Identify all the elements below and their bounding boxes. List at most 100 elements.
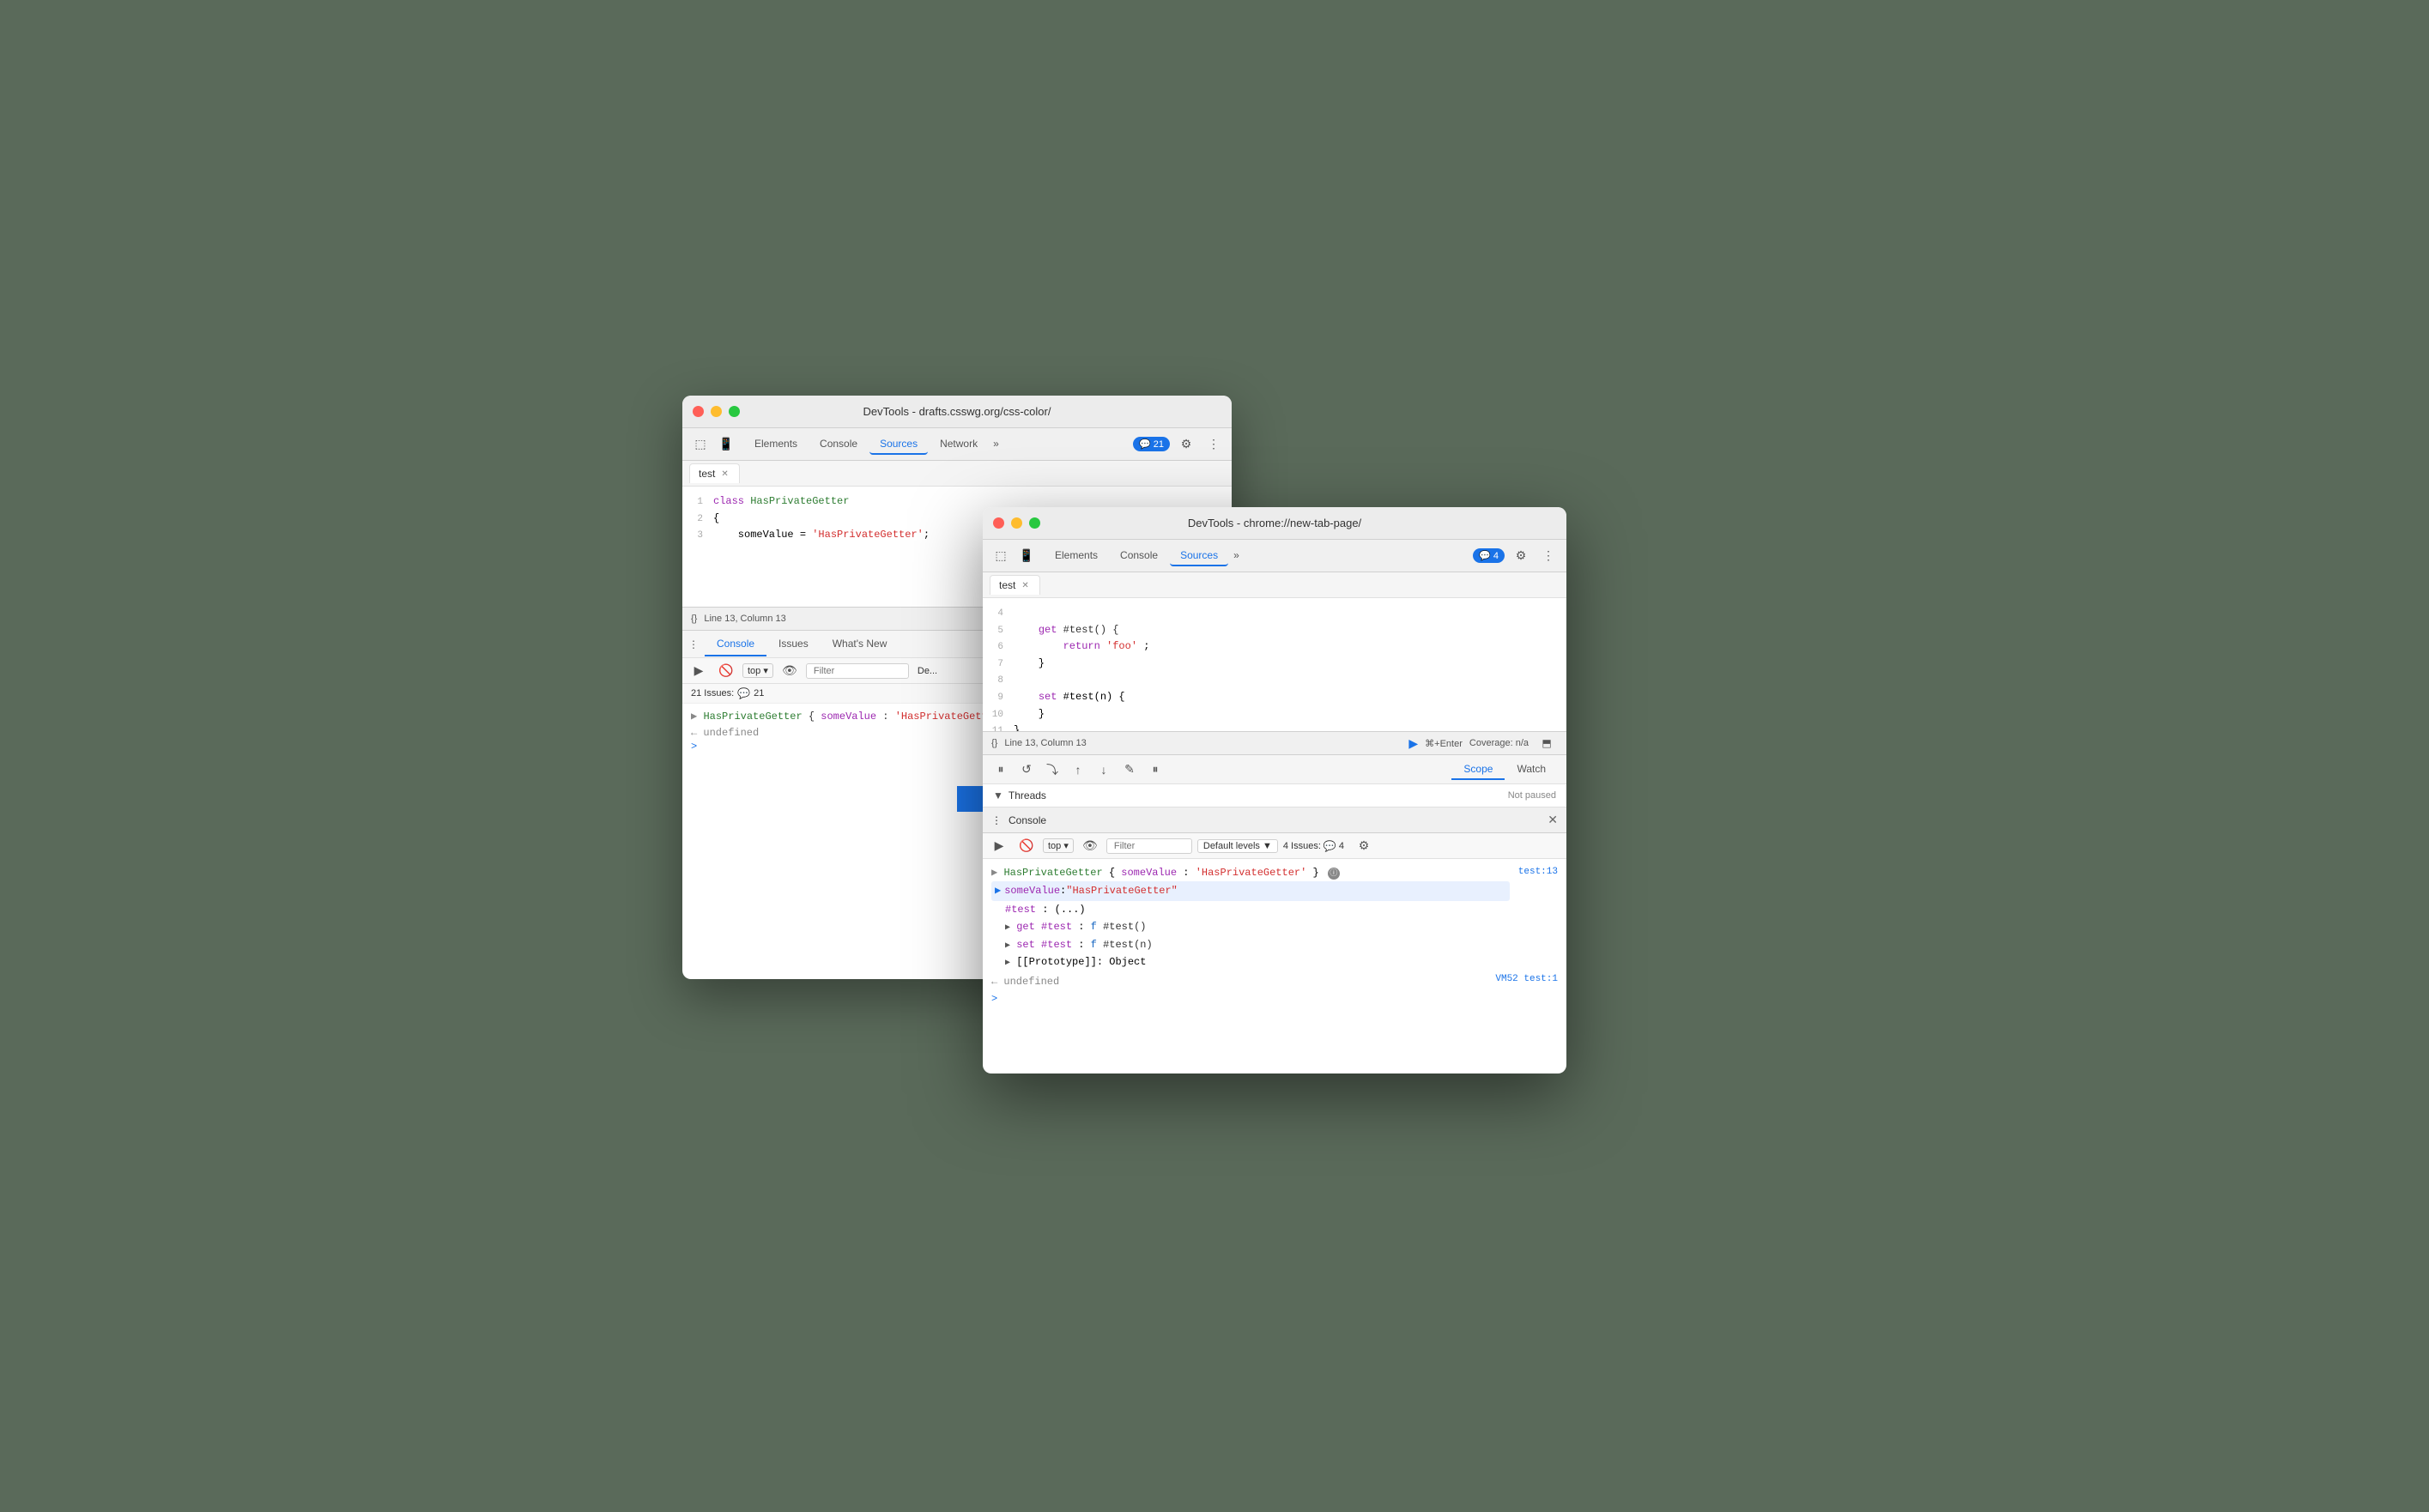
file-tab-front[interactable]: test ✕ (990, 575, 1040, 595)
breakall-btn[interactable]: ⏸ (1146, 760, 1165, 779)
titlebar-front: DevTools - chrome://new-tab-page/ (983, 507, 1566, 540)
file-tab-back[interactable]: test ✕ (689, 463, 740, 483)
issues-num-back: 21 (754, 688, 764, 699)
file-tab-close-back[interactable]: ✕ (719, 469, 730, 479)
badge-icon-back: 💬 (1139, 438, 1151, 450)
status-text-back: Line 13, Column 13 (704, 614, 785, 624)
stepin-btn[interactable]: ↓ (1094, 760, 1113, 779)
issues-icon-front: 💬 (1324, 840, 1336, 852)
issues-tab-back[interactable]: Issues (766, 632, 821, 656)
console-panel-close[interactable]: ✕ (1548, 813, 1558, 827)
prop-get-test: ▶ get #test : f #test() (991, 918, 1510, 935)
cursor-arrow: ▶ (995, 882, 1001, 899)
eye-btn-back[interactable]: 👁 (778, 662, 801, 680)
console-panel-label: Console (1009, 814, 1046, 826)
console-more-btn-back[interactable]: ⋮ (682, 635, 705, 654)
console-panel-header: ⋮ Console ✕ (983, 807, 1566, 833)
obj-tree: ▶ HasPrivateGetter { someValue : 'HasPri… (991, 864, 1510, 971)
badge-count-back: 21 (1154, 439, 1164, 450)
tab-console-front[interactable]: Console (1110, 546, 1168, 566)
titlebar-back: DevTools - drafts.csswg.org/css-color/ (682, 396, 1232, 428)
obj-ref-link[interactable]: test:13 (1518, 864, 1558, 880)
tab-more-front[interactable]: » (1230, 546, 1243, 566)
prop-set-test: ▶ set #test : f #test(n) (991, 936, 1510, 953)
run-btn-front[interactable]: ▶ (1408, 736, 1418, 751)
top-select-front[interactable]: top ▾ (1043, 838, 1074, 853)
threads-section: ▼ Threads Not paused (983, 784, 1566, 807)
whatsnew-tab-back[interactable]: What's New (821, 632, 900, 656)
settings-btn-front[interactable]: ⚙ (1510, 547, 1532, 565)
deactivate-btn[interactable]: ✎ (1120, 760, 1139, 779)
traffic-lights-back (693, 406, 740, 417)
stepover-btn[interactable]: ⤵ (1043, 760, 1062, 779)
badge-count-front: 4 (1493, 551, 1499, 561)
code-area-front: 4 5 get #test() { 6 return 'foo' ; (983, 598, 1566, 731)
file-tab-name-front: test (999, 579, 1015, 591)
code-line-9: 9 set #test(n) { (983, 689, 1566, 706)
settings-btn-back[interactable]: ⚙ (1175, 435, 1197, 454)
tab-group-front: Elements Console Sources » (1045, 546, 1243, 566)
inspect-btn-back[interactable]: ⬚ (689, 435, 712, 454)
code-line-11: 11 } (983, 723, 1566, 731)
default-label-back: De... (918, 666, 937, 676)
default-levels-front[interactable]: Default levels ▼ (1197, 839, 1278, 853)
console-toolbar-front: ▶ 🚫 top ▾ 👁 Default levels ▼ 4 Issues: 💬… (983, 833, 1566, 859)
scope-tab-watch[interactable]: Watch (1505, 759, 1558, 780)
pause-btn[interactable]: ⏸ (991, 760, 1010, 779)
stepout-btn[interactable]: ↑ (1069, 760, 1087, 779)
issues-count-label-front: 4 Issues: (1283, 841, 1321, 851)
info-icon-front: ⓘ (1328, 868, 1340, 880)
tab-more-back[interactable]: » (990, 434, 1002, 455)
console-prompt-front[interactable]: > (991, 993, 1558, 1005)
filter-input-front[interactable] (1106, 838, 1192, 854)
prop-prototype: ▶ [[Prototype]]: Object (991, 953, 1510, 971)
eye-btn-front[interactable]: 👁 (1079, 837, 1101, 856)
file-tab-close-front[interactable]: ✕ (1020, 581, 1030, 590)
minimize-button-front[interactable] (1011, 517, 1022, 529)
not-paused-label: Not paused (1508, 790, 1556, 801)
issues-count-front: 4 Issues: 💬 4 (1283, 840, 1344, 852)
inspect-btn-front[interactable]: ⬚ (990, 547, 1012, 565)
play-btn-front[interactable]: ▶ (988, 837, 1010, 856)
code-line-6: 6 return 'foo' ; (983, 638, 1566, 656)
toolbar-front: ⬚ 📱 Elements Console Sources » 💬 4 ⚙ ⋮ (983, 540, 1566, 572)
block-btn-back[interactable]: 🚫 (715, 662, 737, 680)
filter-input-back[interactable] (806, 663, 909, 679)
console-undefined-row-front: ← undefined VM52 test:1 (991, 974, 1558, 989)
more-btn-back[interactable]: ⋮ (1202, 435, 1225, 454)
tab-network-back[interactable]: Network (930, 434, 988, 455)
console-tab-back[interactable]: Console (705, 632, 766, 656)
tab-elements-back[interactable]: Elements (744, 434, 808, 455)
play-btn-back[interactable]: ▶ (688, 662, 710, 680)
threads-label: Threads (1009, 789, 1046, 801)
close-button-front[interactable] (993, 517, 1004, 529)
tab-sources-back[interactable]: Sources (869, 434, 928, 455)
traffic-lights-front (993, 517, 1040, 529)
vm-ref-link[interactable]: VM52 test:1 (1495, 974, 1558, 989)
gear-btn-front[interactable]: ⚙ (1353, 837, 1375, 856)
maximize-button-back[interactable] (729, 406, 740, 417)
expand-btn-front[interactable]: ⬒ (1536, 734, 1558, 753)
issues-label-back: 21 Issues: (691, 688, 734, 699)
device-btn-back[interactable]: 📱 (715, 435, 737, 454)
file-tab-name-back: test (699, 468, 715, 480)
tab-console-back[interactable]: Console (809, 434, 868, 455)
minimize-button-back[interactable] (711, 406, 722, 417)
device-btn-front[interactable]: 📱 (1015, 547, 1038, 565)
maximize-button-front[interactable] (1029, 517, 1040, 529)
tab-sources-front[interactable]: Sources (1170, 546, 1228, 566)
close-button-back[interactable] (693, 406, 704, 417)
badge-back: 💬 21 (1133, 437, 1170, 451)
block-btn-front[interactable]: 🚫 (1015, 837, 1038, 856)
scope-tab-scope[interactable]: Scope (1451, 759, 1505, 780)
console-menu-dots[interactable]: ⋮ (991, 814, 1002, 826)
badge-front: 💬 4 (1473, 548, 1505, 563)
resume-btn[interactable]: ↺ (1017, 760, 1036, 779)
top-select-back[interactable]: top ▾ (742, 663, 773, 678)
threads-expand-icon[interactable]: ▼ (993, 789, 1003, 801)
toolbar-back: ⬚ 📱 Elements Console Sources Network » 💬… (682, 428, 1232, 461)
issues-num-front: 4 (1339, 841, 1344, 851)
status-bar-front: {} Line 13, Column 13 ▶ ⌘+Enter Coverage… (983, 731, 1566, 755)
more-btn-front[interactable]: ⋮ (1537, 547, 1560, 565)
tab-elements-front[interactable]: Elements (1045, 546, 1108, 566)
